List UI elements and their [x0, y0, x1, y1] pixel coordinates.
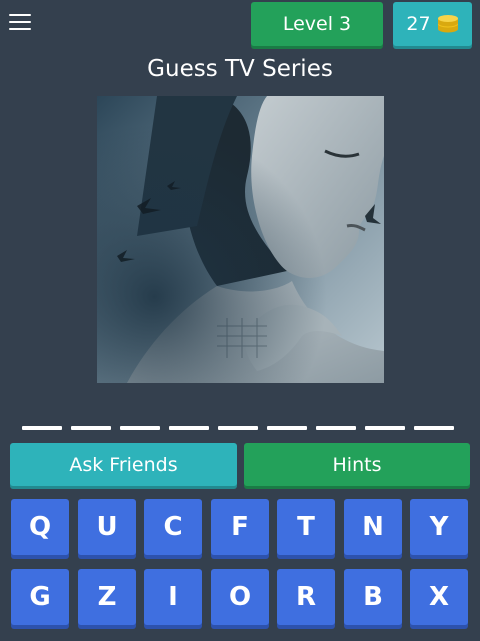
answer-slot[interactable] [169, 426, 209, 430]
letter-key[interactable]: U [78, 499, 136, 555]
level-badge: Level 3 [251, 2, 383, 46]
answer-slot[interactable] [218, 426, 258, 430]
coin-counter[interactable]: 27 [393, 2, 472, 46]
letter-key[interactable]: Y [410, 499, 468, 555]
hints-label: Hints [332, 453, 382, 476]
ask-friends-label: Ask Friends [69, 453, 178, 476]
letter-key[interactable]: O [211, 569, 269, 625]
menu-line [9, 21, 31, 23]
answer-slots [22, 426, 460, 432]
letter-key[interactable]: R [277, 569, 335, 625]
answer-slot[interactable] [316, 426, 356, 430]
letter-key[interactable]: T [277, 499, 335, 555]
hamburger-menu-icon[interactable] [6, 8, 34, 36]
letter-key[interactable]: N [344, 499, 402, 555]
letter-key[interactable]: F [211, 499, 269, 555]
page-title: Guess TV Series [147, 56, 333, 82]
coin-count: 27 [406, 13, 431, 35]
hints-button[interactable]: Hints [244, 443, 470, 486]
letter-key[interactable]: G [11, 569, 69, 625]
letter-key[interactable]: X [410, 569, 468, 625]
answer-slot[interactable] [22, 426, 62, 430]
menu-line [9, 28, 31, 30]
answer-slot[interactable] [414, 426, 454, 430]
answer-slot[interactable] [71, 426, 111, 430]
answer-slot[interactable] [365, 426, 405, 430]
menu-line [9, 14, 31, 16]
letter-key[interactable]: Q [11, 499, 69, 555]
answer-slot[interactable] [120, 426, 160, 430]
level-label: Level 3 [282, 13, 352, 35]
ask-friends-button[interactable]: Ask Friends [10, 443, 237, 486]
letter-key[interactable]: Z [78, 569, 136, 625]
letter-key[interactable]: C [144, 499, 202, 555]
letter-key[interactable]: B [344, 569, 402, 625]
coin-stack-icon [437, 15, 459, 33]
answer-slot[interactable] [267, 426, 307, 430]
puzzle-image [97, 96, 384, 383]
letter-key[interactable]: I [144, 569, 202, 625]
